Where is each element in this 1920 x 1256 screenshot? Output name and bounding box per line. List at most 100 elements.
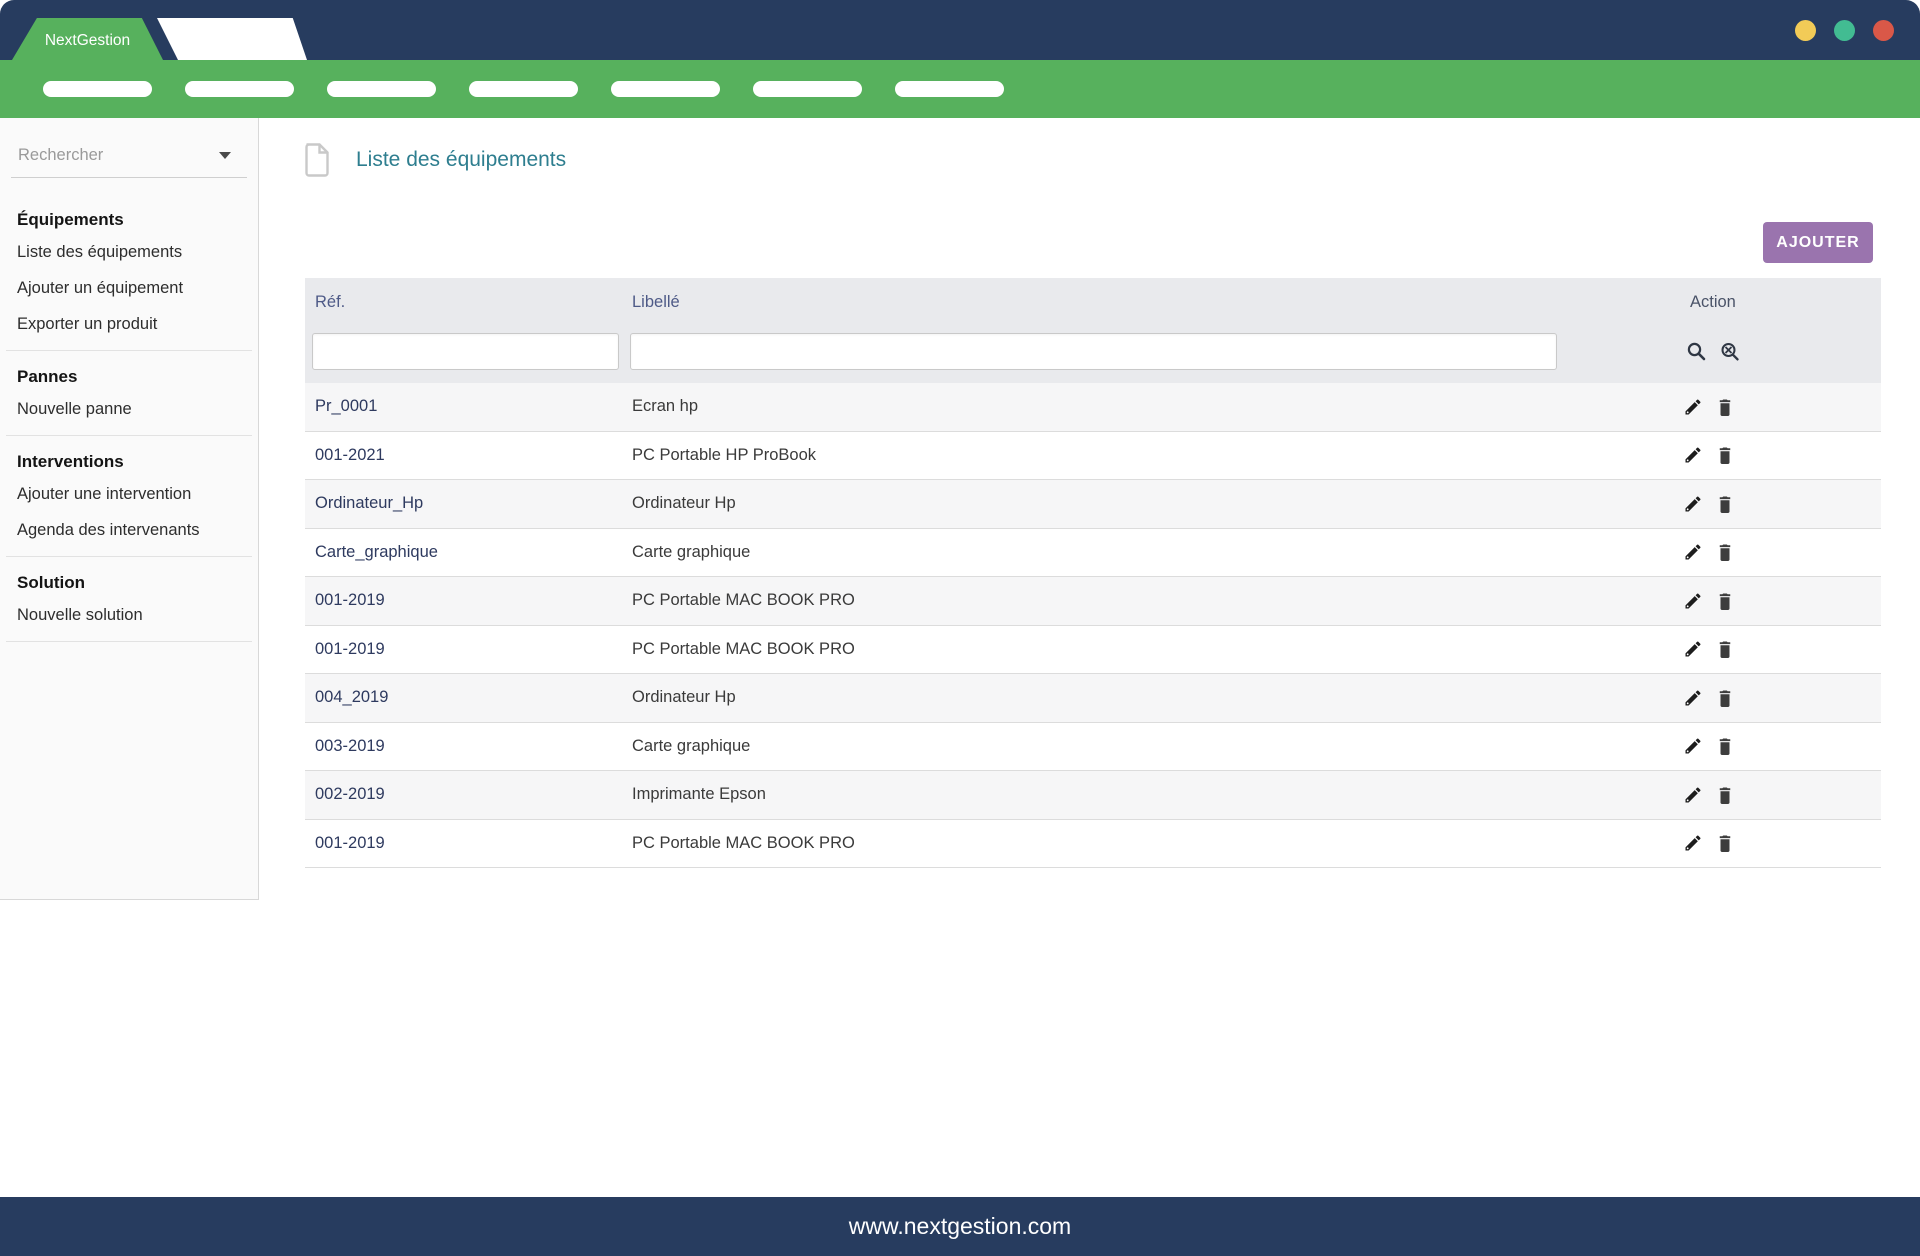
search-icon[interactable] (1687, 342, 1706, 361)
nav-pill[interactable] (753, 81, 862, 97)
sidebar-section-heading: Équipements (17, 210, 258, 230)
sidebar-item[interactable]: Agenda des intervenants (0, 512, 258, 548)
page-title: Liste des équipements (356, 148, 566, 172)
table-row: 001-2019PC Portable MAC BOOK PRO (305, 626, 1881, 675)
sidebar-divider (6, 641, 252, 642)
table-row: 004_2019Ordinateur Hp (305, 674, 1881, 723)
cell-ref: Carte_graphique (305, 543, 623, 562)
table-row: 002-2019Imprimante Epson (305, 771, 1881, 820)
delete-trash-icon[interactable] (1716, 494, 1734, 514)
edit-pencil-icon[interactable] (1683, 639, 1703, 659)
footer-url: www.nextgestion.com (849, 1213, 1071, 1240)
cell-ref: 002-2019 (305, 785, 623, 804)
cell-actions (1670, 494, 1881, 514)
delete-trash-icon[interactable] (1716, 688, 1734, 708)
libelle-filter-input[interactable] (630, 333, 1557, 370)
nav-pill[interactable] (327, 81, 436, 97)
add-button[interactable]: AJOUTER (1763, 222, 1873, 263)
edit-pencil-icon[interactable] (1683, 494, 1703, 514)
table-row: 003-2019Carte graphique (305, 723, 1881, 772)
nav-pill[interactable] (895, 81, 1004, 97)
active-tab-shape[interactable] (157, 18, 307, 60)
edit-pencil-icon[interactable] (1683, 736, 1703, 756)
edit-pencil-icon[interactable] (1683, 833, 1703, 853)
edit-pencil-icon[interactable] (1683, 785, 1703, 805)
document-icon (303, 143, 329, 177)
chevron-down-icon (219, 152, 231, 159)
nav-pill[interactable] (611, 81, 720, 97)
sidebar-item[interactable]: Nouvelle solution (0, 597, 258, 633)
cell-libelle: PC Portable MAC BOOK PRO (623, 640, 1670, 659)
ref-filter-input[interactable] (312, 333, 619, 370)
nav-pill[interactable] (185, 81, 294, 97)
column-header-libelle: Libellé (623, 293, 1670, 312)
cell-ref: 001-2019 (305, 640, 623, 659)
cell-libelle: PC Portable MAC BOOK PRO (623, 834, 1670, 853)
red-window-dot[interactable] (1873, 20, 1894, 41)
column-header-action: Action (1670, 293, 1881, 312)
main-content: Liste des équipements AJOUTER Réf. Libel… (260, 118, 1920, 900)
brand-logo-text: NextGestion (45, 32, 130, 50)
delete-trash-icon[interactable] (1716, 591, 1734, 611)
cell-actions (1670, 542, 1881, 562)
window-dots (1795, 20, 1894, 41)
sidebar-item[interactable]: Ajouter une intervention (0, 476, 258, 512)
cell-ref: 001-2021 (305, 446, 623, 465)
cell-ref: Pr_0001 (305, 397, 623, 416)
sidebar-divider (6, 556, 252, 557)
delete-trash-icon[interactable] (1716, 397, 1734, 417)
edit-pencil-icon[interactable] (1683, 688, 1703, 708)
cell-libelle: Carte graphique (623, 543, 1670, 562)
sidebar-item[interactable]: Ajouter un équipement (0, 270, 258, 306)
sidebar-section-heading: Pannes (17, 367, 258, 387)
delete-trash-icon[interactable] (1716, 736, 1734, 756)
delete-trash-icon[interactable] (1716, 542, 1734, 562)
cell-actions (1670, 591, 1881, 611)
cell-libelle: PC Portable MAC BOOK PRO (623, 591, 1670, 610)
sidebar: Rechercher Équipements Liste des équipeme… (0, 118, 259, 900)
edit-pencil-icon[interactable] (1683, 397, 1703, 417)
cell-ref: Ordinateur_Hp (305, 494, 623, 513)
sidebar-divider (6, 350, 252, 351)
cell-actions (1670, 688, 1881, 708)
search-select[interactable]: Rechercher (11, 138, 247, 178)
column-header-ref: Réf. (305, 293, 623, 312)
edit-pencil-icon[interactable] (1683, 542, 1703, 562)
titlebar: NextGestion (0, 0, 1920, 60)
sidebar-item[interactable]: Nouvelle panne (0, 391, 258, 427)
delete-trash-icon[interactable] (1716, 833, 1734, 853)
cell-ref: 001-2019 (305, 834, 623, 853)
sidebar-item[interactable]: Liste des équipements (0, 234, 258, 270)
sidebar-item[interactable]: Exporter un produit (0, 306, 258, 342)
table-row: 001-2019PC Portable MAC BOOK PRO (305, 577, 1881, 626)
clear-search-icon[interactable] (1720, 342, 1740, 361)
cell-actions (1670, 639, 1881, 659)
cell-libelle: PC Portable HP ProBook (623, 446, 1670, 465)
table-row: 001-2019PC Portable MAC BOOK PRO (305, 820, 1881, 869)
cell-libelle: Ordinateur Hp (623, 494, 1670, 513)
cell-actions (1670, 445, 1881, 465)
table-header: Réf. Libellé Action (305, 278, 1881, 383)
edit-pencil-icon[interactable] (1683, 445, 1703, 465)
delete-trash-icon[interactable] (1716, 445, 1734, 465)
main-nav-bar (0, 60, 1920, 118)
cell-actions (1670, 397, 1881, 417)
cell-ref: 001-2019 (305, 591, 623, 610)
sidebar-sections: ÉquipementsListe des équipementsAjouter … (0, 210, 258, 642)
table-row: Ordinateur_HpOrdinateur Hp (305, 480, 1881, 529)
cell-libelle: Ordinateur Hp (623, 688, 1670, 707)
cell-libelle: Imprimante Epson (623, 785, 1670, 804)
nav-pill[interactable] (469, 81, 578, 97)
brand-tab[interactable]: NextGestion (12, 18, 163, 60)
sidebar-divider (6, 435, 252, 436)
table-body: Pr_0001Ecran hp 001-2021PC Portable HP P… (305, 383, 1881, 868)
equipment-table: Réf. Libellé Action (305, 278, 1881, 868)
cell-libelle: Carte graphique (623, 737, 1670, 756)
cell-actions (1670, 785, 1881, 805)
nav-pill[interactable] (43, 81, 152, 97)
delete-trash-icon[interactable] (1716, 785, 1734, 805)
edit-pencil-icon[interactable] (1683, 591, 1703, 611)
green-window-dot[interactable] (1834, 20, 1855, 41)
delete-trash-icon[interactable] (1716, 639, 1734, 659)
yellow-window-dot[interactable] (1795, 20, 1816, 41)
